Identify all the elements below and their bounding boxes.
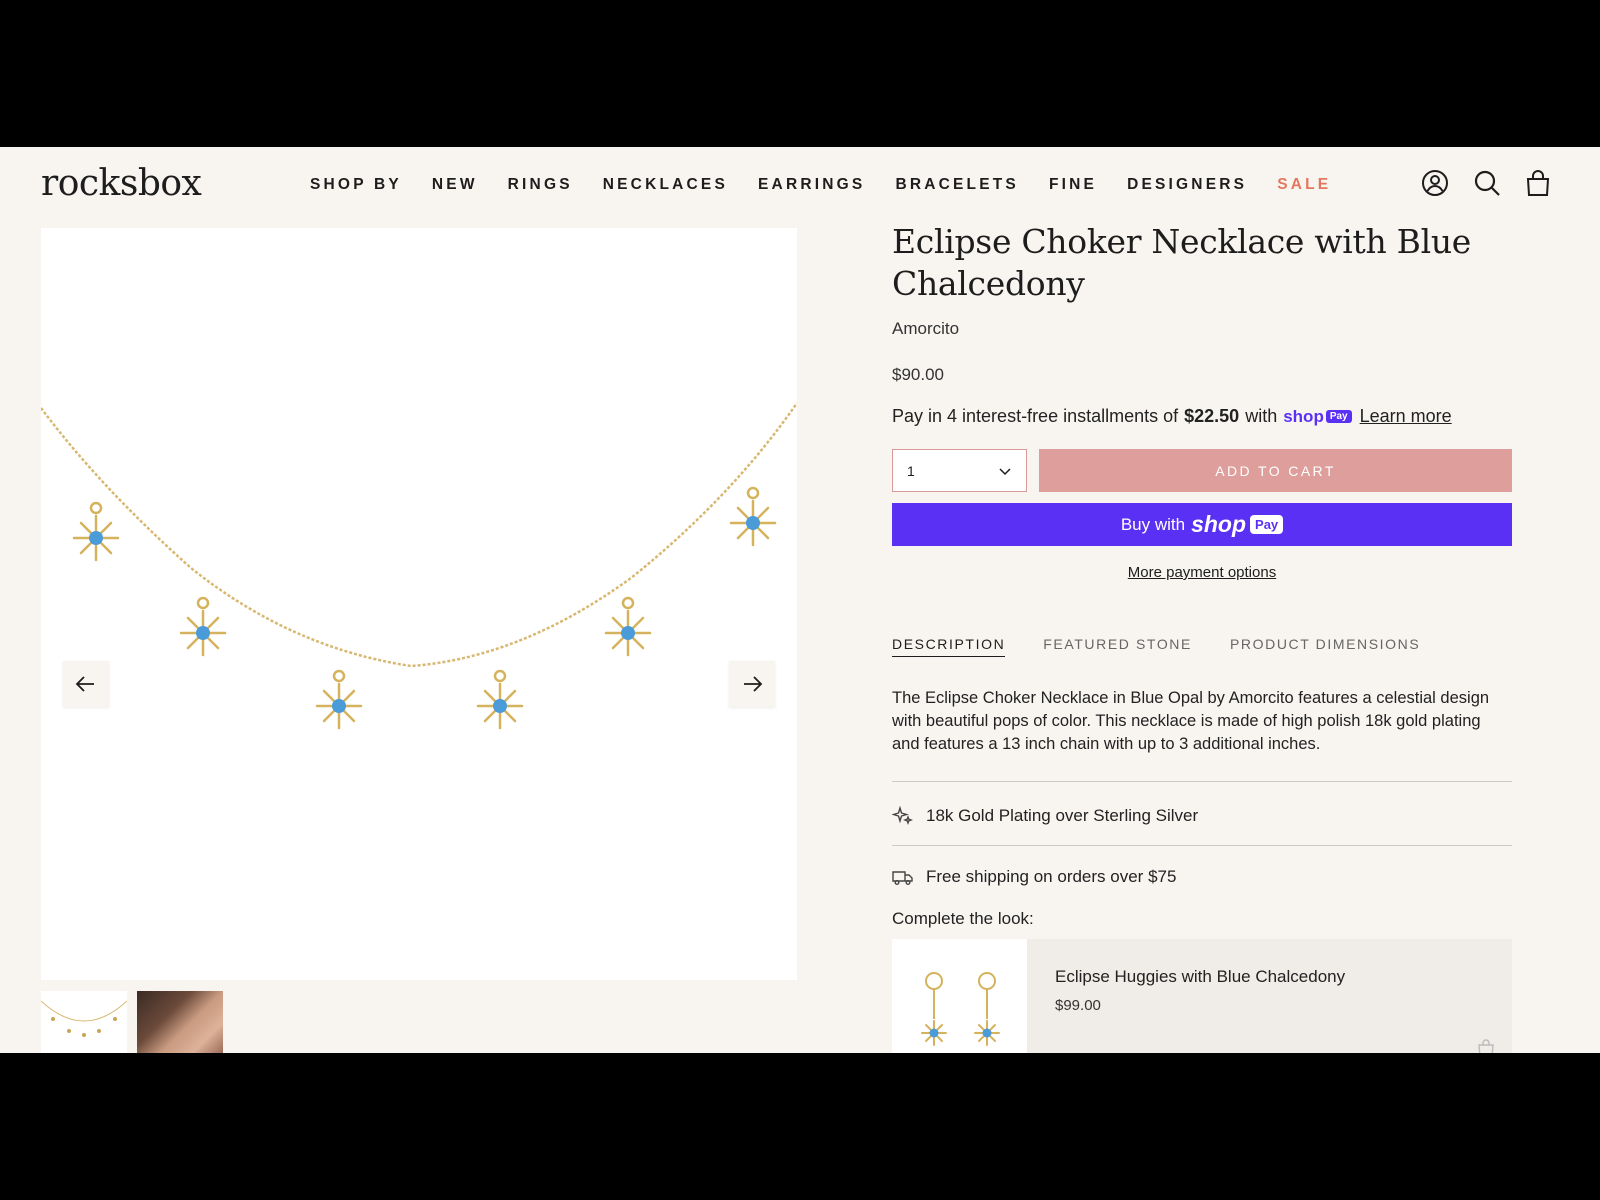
feature-shipping-text: Free shipping on orders over $75 [926,867,1177,886]
nav-new[interactable]: NEW [432,176,478,194]
installments-text: Pay in 4 interest-free installments of [892,406,1179,426]
site-header: rocksbox SHOP BY NEW RINGS NECKLACES EAR… [0,147,1600,228]
product-price: $90.00 [892,365,944,384]
prev-image-button[interactable] [63,661,109,707]
quantity-select[interactable]: 1 [892,449,1027,492]
tab-featured-stone[interactable]: FEATURED STONE [1043,636,1192,657]
truck-icon [892,871,913,885]
feature-plating: 18k Gold Plating over Sterling Silver [892,805,1198,827]
complete-look-image[interactable] [892,939,1027,1053]
buy-with-shoppay-button[interactable]: Buy with shop Pay [892,503,1512,546]
nav-earrings[interactable]: EARRINGS [758,176,865,194]
tab-description[interactable]: DESCRIPTION [892,636,1006,657]
necklace-image [41,402,797,730]
divider [892,781,1512,782]
quantity-value: 1 [907,463,915,479]
product-tabs: DESCRIPTION FEATURED STONE PRODUCT DIMEN… [892,636,1458,657]
installments-amount: $22.50 [1184,406,1240,426]
search-icon[interactable] [1472,168,1502,198]
installments-with: with [1245,406,1278,426]
nav-necklaces[interactable]: NECKLACES [603,176,728,194]
feature-plating-text: 18k Gold Plating over Sterling Silver [926,806,1199,825]
complete-look-label: Complete the look: [892,909,1034,928]
complete-look-price: $99.00 [1055,997,1101,1014]
next-image-button[interactable] [729,661,775,707]
nav-shop-by[interactable]: SHOP BY [310,176,402,194]
divider [892,845,1512,846]
nav-rings[interactable]: RINGS [508,176,573,194]
installments-info: Pay in 4 interest-free installments of $… [892,406,1452,427]
nav-fine[interactable]: FINE [1049,176,1097,194]
product-title: Eclipse Choker Necklace with Blue Chalce… [892,222,1472,303]
add-to-bag-icon[interactable] [1475,1037,1497,1053]
shoppay-logo: shop Pay [1283,407,1352,427]
nav-bracelets[interactable]: BRACELETS [895,176,1019,194]
account-icon[interactable] [1420,168,1450,198]
thumbnail-2[interactable] [137,991,223,1053]
earrings-image [921,972,1000,1046]
shop-logo: shop [1191,511,1247,537]
learn-more-link[interactable]: Learn more [1360,406,1452,427]
arrow-right-icon [744,676,763,692]
chevron-down-icon [999,468,1011,476]
cart-icon[interactable] [1523,168,1553,198]
more-payment-options-link[interactable]: More payment options [892,564,1512,581]
page-viewport: rocksbox SHOP BY NEW RINGS NECKLACES EAR… [0,147,1600,1053]
site-logo[interactable]: rocksbox [41,163,202,204]
add-to-cart-button[interactable]: ADD TO CART [1039,449,1512,492]
tab-product-dimensions[interactable]: PRODUCT DIMENSIONS [1230,636,1420,657]
buy-with-label: Buy with [1120,514,1186,534]
product-description: The Eclipse Choker Necklace in Blue Opal… [892,689,1490,753]
complete-look-name[interactable]: Eclipse Huggies with Blue Chalcedony [1055,967,1345,987]
feature-shipping: Free shipping on orders over $75 [892,866,1176,888]
arrow-left-icon [75,676,94,692]
product-main-image[interactable] [41,228,797,980]
main-nav: SHOP BY NEW RINGS NECKLACES EARRINGS BRA… [310,176,1361,194]
product-brand[interactable]: Amorcito [892,319,959,339]
nav-sale[interactable]: SALE [1277,176,1331,194]
pay-badge: Pay [1250,515,1284,534]
complete-look-card[interactable]: Eclipse Huggies with Blue Chalcedony $99… [892,939,1512,1053]
sparkle-icon [892,805,914,826]
thumbnail-1[interactable] [41,991,127,1053]
nav-designers[interactable]: DESIGNERS [1127,176,1247,194]
